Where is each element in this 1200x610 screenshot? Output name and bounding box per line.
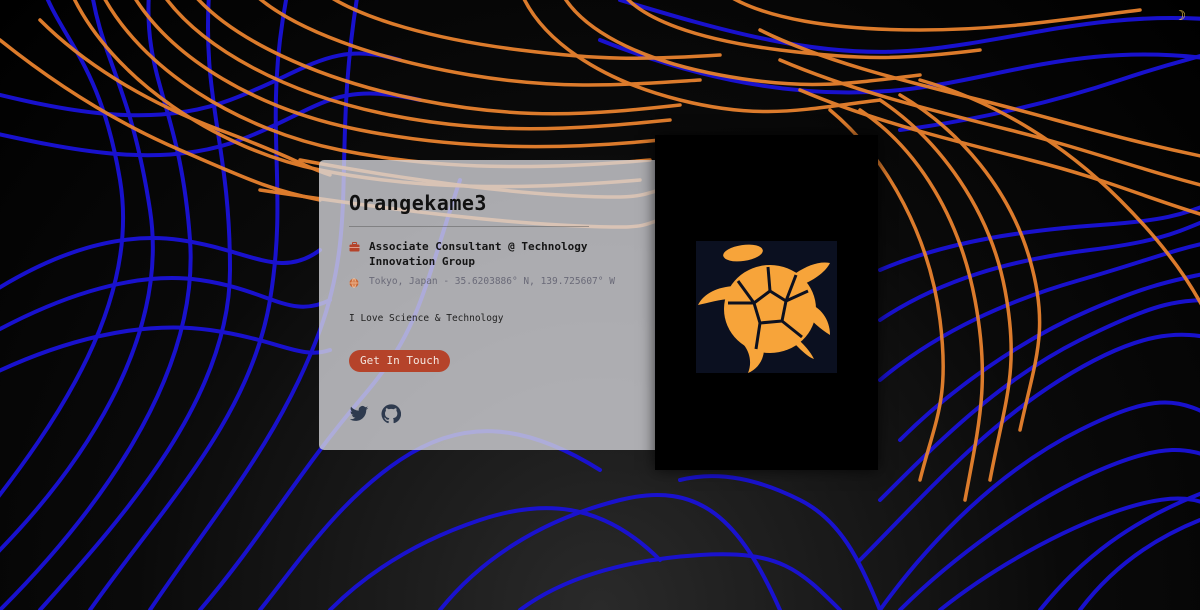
job-row: Associate Consultant @ Technology Innova… [349, 239, 649, 269]
location-row: Tokyo, Japan - 35.6203886° N, 139.725607… [349, 275, 649, 292]
theme-toggle-moon-icon[interactable]: ☽ [1178, 8, 1186, 24]
github-icon[interactable] [381, 404, 402, 424]
bio-text: I Love Science & Technology [349, 313, 504, 324]
page: ☽ Orangekame3 Associate Consultant @ Tec… [0, 0, 1200, 610]
avatar [696, 241, 837, 373]
profile-name: Orangekame3 [349, 191, 487, 215]
divider [349, 226, 589, 227]
globe-icon [349, 278, 361, 292]
turtle-icon [698, 244, 830, 373]
job-title: Associate Consultant @ Technology Innova… [369, 240, 588, 268]
avatar-panel [655, 135, 878, 470]
twitter-icon[interactable] [349, 404, 369, 424]
profile-card: Orangekame3 Associate Consultant @ Techn… [319, 160, 679, 450]
social-links [349, 404, 649, 424]
location-text: Tokyo, Japan - 35.6203886° N, 139.725607… [369, 276, 615, 287]
get-in-touch-button[interactable]: Get In Touch [349, 350, 451, 372]
briefcase-icon [349, 242, 361, 256]
